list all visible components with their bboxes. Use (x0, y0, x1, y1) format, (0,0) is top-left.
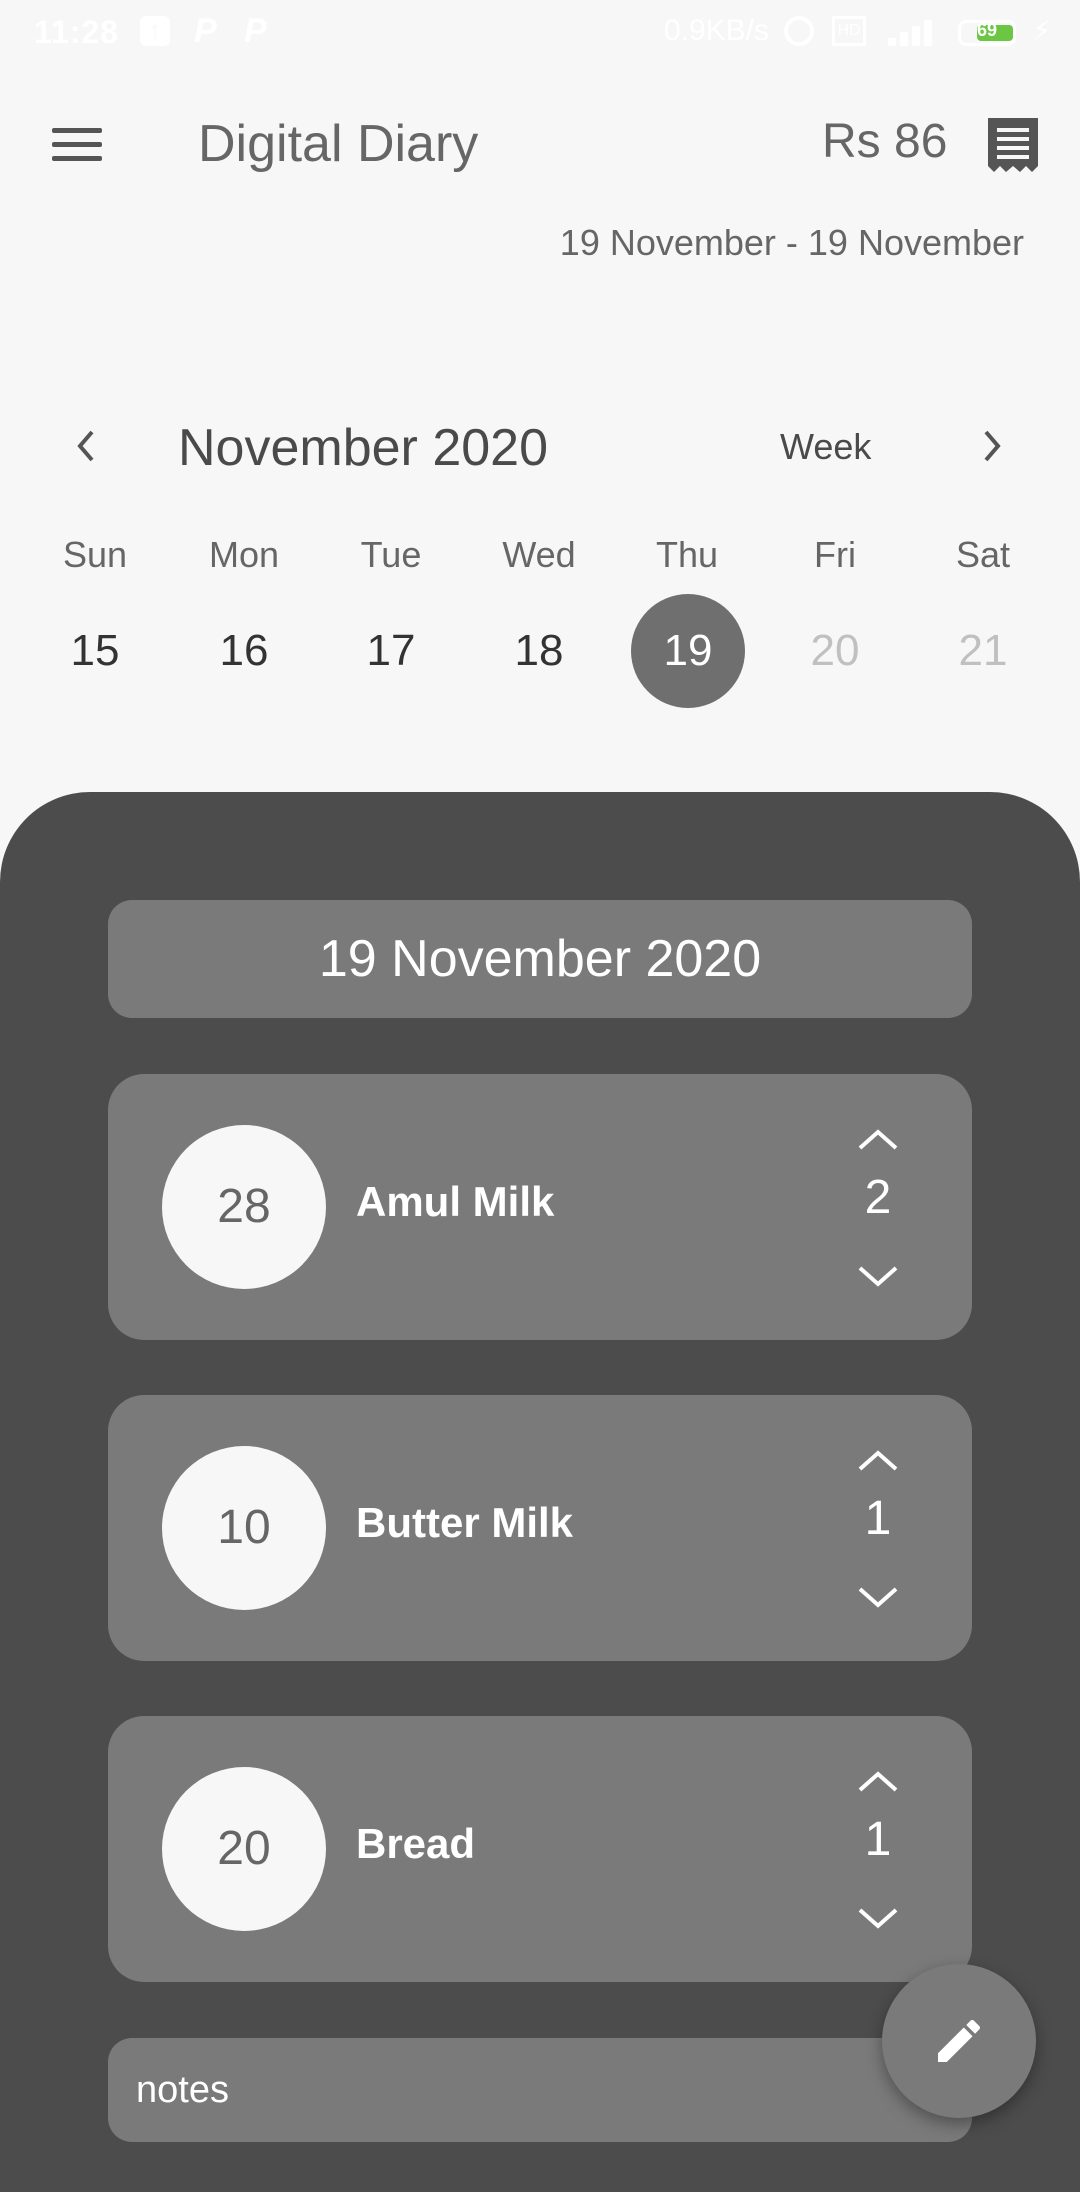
chevron-up-icon (858, 1450, 898, 1471)
item-card: 28 Amul Milk 2 (108, 1074, 972, 1340)
calendar-day[interactable]: 18 (469, 626, 609, 676)
network-speed: 0.9KB/s (664, 14, 770, 47)
chevron-right-icon (984, 430, 1001, 462)
decrease-quantity-button[interactable] (856, 1585, 900, 1611)
item-card: 10 Butter Milk 1 (108, 1395, 972, 1661)
signal-icon (888, 16, 942, 46)
calendar-day[interactable]: 21 (913, 626, 1053, 676)
notes-field[interactable]: notes (108, 2038, 972, 2142)
chevron-up-icon (858, 1129, 898, 1150)
item-quantity: 1 (864, 1492, 892, 1545)
total-amount: Rs 86 (822, 115, 948, 168)
app-title: Digital Diary (198, 115, 479, 173)
battery-level: 69 (977, 20, 998, 40)
selected-date-header: 19 November 2020 (108, 900, 972, 1018)
alarm-icon (784, 16, 814, 46)
increase-quantity-button[interactable] (856, 1447, 900, 1473)
chevron-up-icon (858, 1771, 898, 1792)
item-quantity: 2 (864, 1171, 892, 1224)
weekday-label: Sat (955, 534, 1011, 575)
previous-week-button[interactable] (68, 426, 108, 466)
hd-icon: HD (832, 16, 866, 46)
increase-quantity-button[interactable] (856, 1126, 900, 1152)
menu-icon[interactable] (52, 128, 102, 162)
next-week-button[interactable] (972, 426, 1012, 466)
receipt-icon[interactable] (988, 118, 1038, 172)
item-name: Bread (356, 1820, 476, 1867)
weekday-label: Fri (814, 534, 856, 575)
p-notification-icon-2: P (244, 12, 267, 50)
calendar-day[interactable]: 16 (174, 626, 314, 676)
item-name: Amul Milk (356, 1178, 555, 1225)
item-price: 20 (162, 1767, 326, 1931)
item-quantity: 1 (864, 1813, 892, 1866)
chevron-left-icon (77, 430, 94, 462)
battery-icon: 69 (958, 20, 1016, 46)
calendar-day-selected[interactable]: 19 (618, 626, 758, 676)
day-row: 15 16 17 18 19 20 21 (0, 594, 1080, 714)
chevron-down-icon (858, 1908, 898, 1929)
decrease-quantity-button[interactable] (856, 1906, 900, 1932)
status-bar: 11:28 ↑ P P 0.9KB/s HD 69 ⚡ (0, 0, 1080, 66)
calendar-format-button[interactable]: Week (780, 426, 871, 468)
weekday-row: Sun Mon Tue Wed Thu Fri Sat (0, 534, 1080, 580)
status-time: 11:28 (34, 14, 120, 50)
item-name: Butter Milk (356, 1499, 574, 1546)
pencil-icon (938, 2019, 981, 2062)
p-notification-icon: P (194, 12, 217, 50)
item-price: 28 (162, 1125, 326, 1289)
charging-icon: ⚡ (1032, 15, 1052, 46)
item-price: 10 (162, 1446, 326, 1610)
chevron-down-icon (858, 1587, 898, 1608)
decrease-quantity-button[interactable] (856, 1264, 900, 1290)
weekday-label: Wed (502, 534, 576, 575)
calendar-day[interactable]: 17 (321, 626, 461, 676)
weekday-label: Thu (655, 534, 719, 575)
edit-button[interactable] (882, 1964, 1036, 2118)
upload-notification-icon: ↑ (140, 16, 170, 46)
weekday-label: Mon (208, 534, 280, 575)
weekday-label: Sun (62, 534, 128, 575)
chevron-down-icon (858, 1266, 898, 1287)
month-title: November 2020 (178, 419, 548, 477)
date-range: 19 November - 19 November (559, 222, 1024, 263)
weekday-label: Tue (360, 534, 422, 575)
item-card: 20 Bread 1 (108, 1716, 972, 1982)
increase-quantity-button[interactable] (856, 1768, 900, 1794)
calendar-day[interactable]: 15 (25, 626, 165, 676)
calendar-day[interactable]: 20 (765, 626, 905, 676)
